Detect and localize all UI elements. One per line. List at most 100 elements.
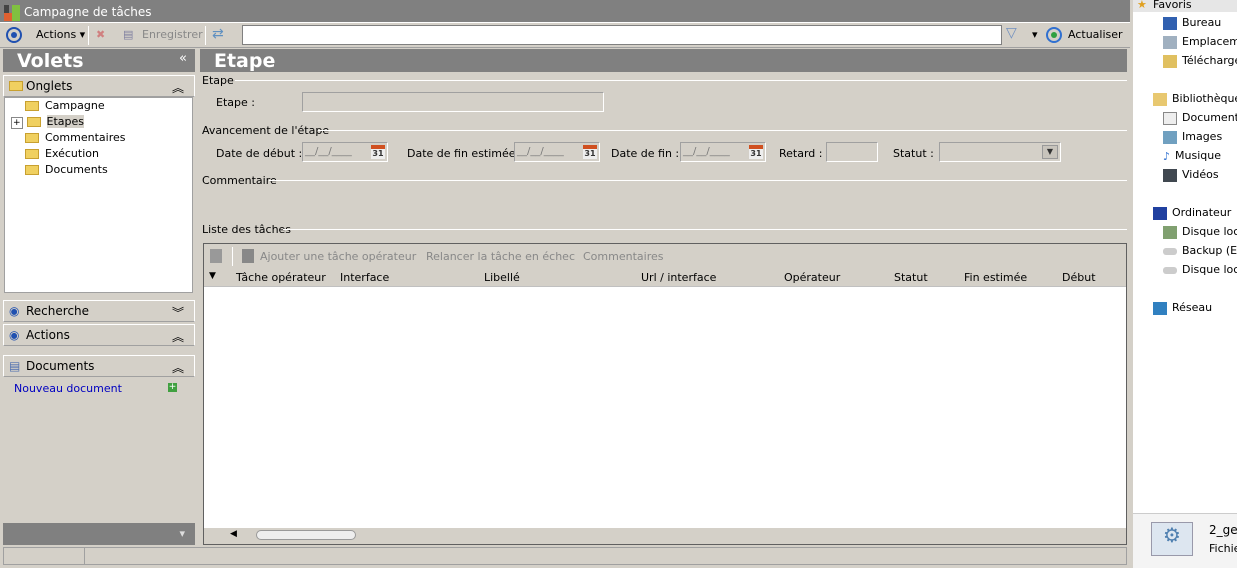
nav-network[interactable]: Réseau: [1153, 301, 1212, 315]
downloads-icon: [1163, 54, 1177, 68]
video-icon: [1163, 168, 1177, 182]
sync-icon[interactable]: ⇄: [212, 26, 224, 42]
nav-computer[interactable]: Ordinateur: [1153, 206, 1231, 220]
actions-menu[interactable]: Actions ▾: [36, 28, 85, 41]
status-bar: [3, 547, 1127, 565]
column-header[interactable]: Opérateur: [784, 271, 840, 284]
calendar-icon[interactable]: 31: [371, 145, 385, 159]
gear-icon: ⚙: [1151, 522, 1193, 556]
nav-item[interactable]: Vidéos: [1163, 168, 1219, 182]
drive-icon: [1163, 247, 1177, 255]
calendar-icon[interactable]: 31: [583, 145, 597, 159]
places-icon: [1163, 35, 1177, 49]
start-date-field[interactable]: __/__/____ 31: [302, 142, 388, 162]
collapse-icon[interactable]: ︽: [172, 359, 184, 376]
refresh-icon[interactable]: [1046, 27, 1062, 43]
section-tasks: Liste des tâches: [202, 223, 292, 236]
sidebar-title: Volets: [17, 50, 84, 72]
tree-item-campagne[interactable]: Campagne: [25, 99, 105, 112]
column-header[interactable]: Interface: [340, 271, 389, 284]
comments-button[interactable]: Commentaires: [583, 250, 663, 263]
images-icon: [1163, 130, 1177, 144]
column-menu-icon[interactable]: ▼: [209, 271, 216, 281]
sidebar-bottom-bar[interactable]: ▾: [3, 523, 195, 545]
horizontal-scrollbar[interactable]: ◀: [204, 528, 1126, 544]
drive-icon: [1163, 225, 1177, 239]
refresh-button[interactable]: Actualiser: [1068, 28, 1123, 41]
tabs-tree: Campagne + Etapes Commentaires Exécution …: [4, 97, 193, 293]
page-icon: [242, 249, 254, 263]
toolbar: Actions ▾ ✖ ▤ Enregistrer ⇄ ▽ ▾ Actualis…: [0, 23, 1130, 48]
page-title: Etape: [200, 49, 1127, 72]
add-icon[interactable]: +: [168, 383, 177, 392]
chevron-down-icon[interactable]: ▼: [1042, 145, 1058, 159]
delay-field[interactable]: [826, 142, 878, 162]
nav-item[interactable]: Backup (E:): [1163, 244, 1237, 257]
etape-field[interactable]: [302, 92, 604, 112]
calendar-icon[interactable]: 31: [749, 145, 763, 159]
folder-icon: [9, 81, 23, 91]
nav-item[interactable]: ♪ Musique: [1163, 149, 1221, 163]
export-icon[interactable]: [210, 249, 222, 263]
panel-actions[interactable]: ◉ Actions ︽: [3, 324, 195, 346]
tree-item-execution[interactable]: Exécution: [25, 147, 99, 160]
nav-item[interactable]: Disque local: [1163, 263, 1237, 276]
column-header[interactable]: Fin estimée: [964, 271, 1027, 284]
end-date-field[interactable]: __/__/____ 31: [680, 142, 766, 162]
search-input[interactable]: [242, 25, 1002, 45]
computer-icon: [1153, 206, 1167, 220]
section-etape: Etape: [202, 74, 234, 87]
tree-item-documents[interactable]: Documents: [25, 163, 108, 176]
sidebar-header: Volets «: [3, 49, 195, 72]
add-operator-task-button[interactable]: Ajouter une tâche opérateur: [260, 250, 416, 263]
nav-item[interactable]: Bureau: [1163, 16, 1221, 30]
music-icon: ♪: [1163, 149, 1171, 163]
nav-item[interactable]: Documents: [1163, 111, 1237, 125]
status-select[interactable]: ▼: [939, 142, 1061, 162]
actions-panel-icon: ◉: [9, 328, 20, 342]
filter-icon[interactable]: ▽: [1006, 25, 1017, 41]
grid-toolbar: Ajouter une tâche opérateur Relancer la …: [204, 244, 1126, 269]
nav-libraries[interactable]: Bibliothèques: [1153, 92, 1237, 106]
column-header[interactable]: Début: [1062, 271, 1096, 284]
delete-icon[interactable]: ✖: [96, 28, 105, 41]
tree-item-commentaires[interactable]: Commentaires: [25, 131, 125, 144]
tree-item-etapes[interactable]: + Etapes: [11, 115, 85, 129]
desktop-icon: [1163, 16, 1177, 30]
nav-item[interactable]: Téléchargements: [1163, 54, 1237, 68]
panel-recherche[interactable]: ◉ Recherche ︾: [3, 300, 195, 322]
nav-item[interactable]: Images: [1163, 130, 1222, 144]
explorer-nav-pane: ★Favoris Bureau Emplacements Téléchargem…: [1130, 0, 1237, 568]
window-title: Campagne de tâches: [24, 5, 152, 19]
new-document-link[interactable]: Nouveau document: [14, 382, 122, 395]
collapse-sidebar-button[interactable]: «: [179, 51, 187, 66]
expand-icon[interactable]: +: [11, 117, 23, 129]
panel-documents[interactable]: ▤ Documents ︽: [3, 355, 195, 377]
library-icon: [1153, 92, 1167, 106]
expand-icon[interactable]: ︾: [172, 304, 184, 321]
column-header[interactable]: Tâche opérateur: [236, 271, 326, 284]
folder-icon: [25, 101, 39, 111]
etape-label: Etape :: [216, 96, 255, 109]
app-logo-icon: [4, 5, 20, 21]
document-icon: ▤: [9, 359, 21, 373]
est-end-date-field[interactable]: __/__/____ 31: [514, 142, 600, 162]
collapse-icon[interactable]: ︽: [172, 328, 184, 345]
column-header[interactable]: Libellé: [484, 271, 520, 284]
save-button[interactable]: Enregistrer: [142, 28, 203, 41]
column-header[interactable]: Url / interface: [641, 271, 716, 284]
file-name: 2_gen: [1209, 523, 1237, 537]
est-end-date-label: Date de fin estimée :: [407, 147, 523, 160]
nav-favorites[interactable]: ★ Favoris: [1133, 0, 1237, 12]
app-menu-icon[interactable]: [6, 27, 22, 43]
filter-dropdown-icon[interactable]: ▾: [1032, 28, 1038, 41]
scroll-left-icon[interactable]: ◀: [230, 529, 237, 539]
retry-failed-task-button[interactable]: Relancer la tâche en échec: [426, 250, 575, 263]
nav-item[interactable]: Disque local: [1163, 225, 1237, 239]
nav-item[interactable]: Emplacements: [1163, 35, 1237, 49]
file-type: Fichier: [1209, 542, 1237, 555]
panel-onglets[interactable]: Onglets ︽: [3, 75, 195, 97]
column-header[interactable]: Statut: [894, 271, 928, 284]
scrollbar-thumb[interactable]: [256, 530, 356, 540]
collapse-icon[interactable]: ︽: [172, 79, 184, 96]
